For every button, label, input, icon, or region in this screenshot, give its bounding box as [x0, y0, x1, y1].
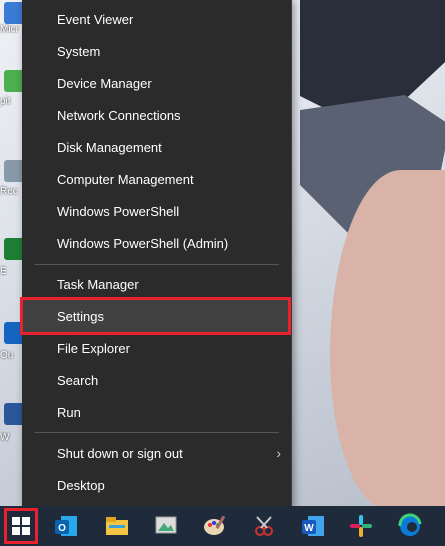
menu-item-run[interactable]: Run	[22, 396, 291, 428]
menu-item-label: Disk Management	[57, 139, 162, 155]
menu-item-search[interactable]: Search	[22, 364, 291, 396]
menu-item-device-manager[interactable]: Device Manager	[22, 67, 291, 99]
menu-item-computer-management[interactable]: Computer Management	[22, 163, 291, 195]
menu-item-label: Shut down or sign out	[57, 445, 183, 461]
menu-item-system[interactable]: System	[22, 35, 291, 67]
menu-item-label: Network Connections	[57, 107, 181, 123]
file-explorer-icon[interactable]	[101, 510, 133, 542]
edge-icon[interactable]	[394, 510, 426, 542]
menu-separator	[34, 264, 279, 265]
menu-item-label: Run	[57, 404, 81, 420]
desktop-label: Ou	[0, 350, 14, 361]
word-icon[interactable]: W	[297, 510, 329, 542]
svg-text:W: W	[304, 523, 314, 534]
slack-icon[interactable]	[345, 510, 377, 542]
taskbar: O W	[0, 506, 445, 546]
desktop-label: Micr	[0, 24, 19, 35]
menu-item-label: Event Viewer	[57, 11, 134, 27]
svg-text:O: O	[58, 523, 66, 534]
menu-item-label: Computer Management	[57, 171, 194, 187]
menu-item-windows-powershell-admin[interactable]: Windows PowerShell (Admin)	[22, 227, 291, 259]
desktop-label: Rec	[0, 186, 18, 197]
desktop-label: W	[0, 432, 10, 443]
menu-item-task-manager[interactable]: Task Manager	[22, 268, 291, 300]
menu-item-label: Windows PowerShell (Admin)	[57, 235, 229, 251]
paint-icon[interactable]	[199, 510, 231, 542]
winx-power-user-menu: Event Viewer System Device Manager Netwo…	[20, 0, 292, 510]
menu-item-desktop[interactable]: Desktop	[22, 469, 291, 501]
menu-item-windows-powershell[interactable]: Windows PowerShell	[22, 195, 291, 227]
settings-highlight-box	[20, 297, 291, 335]
menu-item-label: Device Manager	[57, 75, 152, 91]
menu-item-label: Search	[57, 372, 99, 388]
windows-start-icon	[12, 517, 30, 535]
menu-item-network-connections[interactable]: Network Connections	[22, 99, 291, 131]
desktop-label: E	[0, 266, 7, 277]
chevron-right-icon: ›	[276, 445, 281, 461]
menu-item-event-viewer[interactable]: Event Viewer	[22, 3, 291, 35]
windows-start-button[interactable]	[4, 508, 38, 544]
image-viewer-icon[interactable]	[150, 510, 182, 542]
menu-item-shut-down-or-sign-out[interactable]: Shut down or sign out ›	[22, 437, 291, 469]
outlook-icon[interactable]: O	[50, 510, 82, 542]
snipping-tool-icon[interactable]	[248, 510, 280, 542]
menu-item-disk-management[interactable]: Disk Management	[22, 131, 291, 163]
menu-separator	[34, 432, 279, 433]
menu-item-file-explorer[interactable]: File Explorer	[22, 332, 291, 364]
menu-item-label: Windows PowerShell	[57, 203, 180, 219]
menu-item-label: Task Manager	[57, 276, 139, 292]
menu-item-label: Desktop	[57, 477, 105, 493]
desktop-label: pit	[0, 96, 11, 107]
menu-item-label: System	[57, 43, 101, 59]
menu-item-label: File Explorer	[57, 340, 130, 356]
